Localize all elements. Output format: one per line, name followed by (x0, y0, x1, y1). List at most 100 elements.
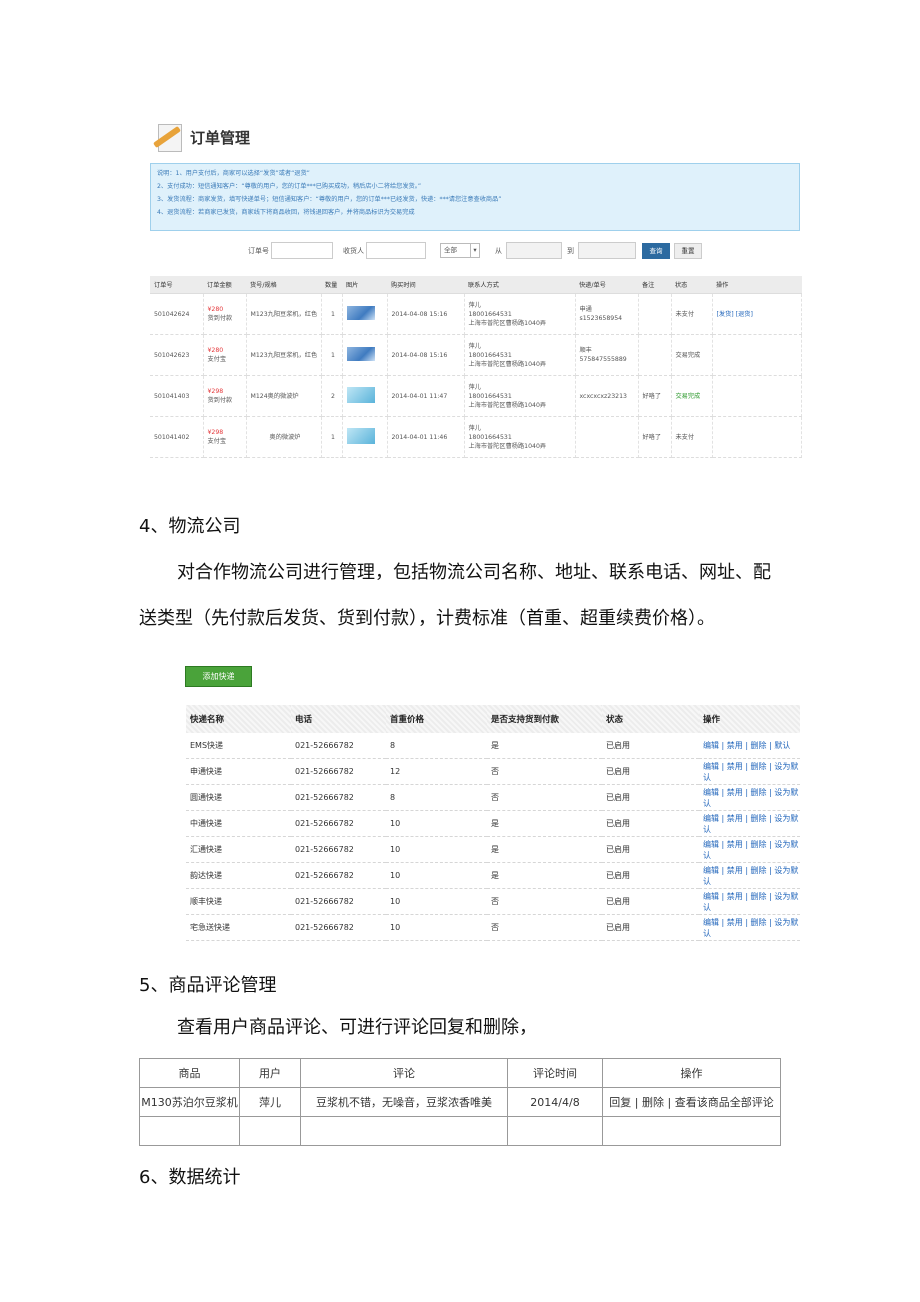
order-remark (638, 334, 672, 376)
status-select[interactable]: 全部 ▾ (440, 243, 480, 258)
section5-paragraph: 查看用户商品评论、可进行评论回复和删除， (177, 1017, 537, 1038)
order-id: 501042623 (150, 334, 204, 376)
notice-line: 2、支付成功：短信通知客户：“尊敬的用户，您的订单***已购买成功，稍后店小二将… (157, 183, 422, 190)
order-table-header: 订单号 订单金额 货号/规格 数量 图片 购买时间 联系人方式 快递/单号 备注… (150, 276, 802, 294)
product-thumbnail (346, 386, 375, 403)
courier-phone: 021-52666782 (291, 914, 386, 941)
order-remark: 好咯了 (638, 416, 672, 458)
product-thumbnail (346, 305, 375, 320)
contact-phone: 18001664531 (468, 392, 512, 400)
courier-actions[interactable]: 编辑 | 禁用 | 删除 | 设为默认 (699, 784, 800, 811)
table-row: 501041402 ¥298 支付宝 奥的微波炉 1 2014-04-01 11:… (150, 416, 802, 458)
col-header: 操作 (602, 1058, 781, 1088)
contact-phone: 18001664531 (468, 433, 512, 441)
section6-heading: 6、数据统计 (139, 1167, 241, 1188)
courier-actions[interactable]: 编辑 | 禁用 | 删除 | 默认 (699, 733, 800, 759)
order-id: 501042624 (150, 293, 204, 335)
contact-phone: 18001664531 (468, 351, 512, 359)
courier-actions[interactable]: 编辑 | 禁用 | 删除 | 设为默认 (699, 758, 800, 785)
courier-price: 12 (386, 758, 487, 785)
courier-status: 已启用 (602, 810, 699, 837)
courier-name: 中通快递 (186, 810, 291, 837)
order-notice-box: 说明：1、用户支付后，商家可以选择“发货”或者“退货” 2、支付成功：短信通知客… (150, 163, 800, 231)
order-status: 未支付 (671, 293, 713, 335)
date-to-input[interactable] (578, 242, 636, 259)
order-qty: 1 (321, 416, 343, 458)
receiver-input[interactable] (366, 242, 426, 259)
product-thumbnail (346, 427, 375, 444)
courier-phone: 021-52666782 (291, 810, 386, 837)
comment-text (300, 1116, 508, 1146)
order-status: 未支付 (671, 416, 713, 458)
order-no-label: 订单号 (248, 247, 269, 255)
table-row: 501042623 ¥280 支付宝 M123九阳豆浆机，红色 1 2014-04… (150, 334, 802, 376)
table-row: 顺丰快递 021-52666782 10 否已启用 编辑 | 禁用 | 删除 | 设为默… (186, 888, 800, 915)
order-time: 2014-04-08 15:16 (387, 293, 465, 335)
courier-cod: 否 (487, 758, 602, 785)
col-header: 商品 (139, 1058, 240, 1088)
courier-name: 韵达快递 (186, 862, 291, 889)
courier-price: 10 (386, 888, 487, 915)
date-from-input[interactable] (506, 242, 562, 259)
section4-paragraph: 对合作物流公司进行管理，包括物流公司名称、地址、联系电话、网址、配 (177, 562, 771, 583)
notice-line: 说明：1、用户支付后，商家可以选择“发货”或者“退货” (157, 170, 310, 177)
col-header: 联系人方式 (464, 276, 575, 294)
courier-price: 10 (386, 836, 487, 863)
courier-name: 申通 (579, 306, 592, 313)
comment-actions[interactable]: 回复 | 删除 | 查看该商品全部评论 (602, 1087, 781, 1117)
comment-user: 萍儿 (239, 1087, 301, 1117)
col-header: 订单金额 (203, 276, 246, 294)
section4-heading: 4、物流公司 (139, 516, 241, 537)
order-search-bar: 订单号 收货人 全部 ▾ 从 到 查询 重置 (150, 242, 800, 262)
contact-name: 萍儿 (468, 342, 481, 350)
order-qty: 1 (321, 334, 343, 376)
contact-address: 上海市普陀区曹杨路1040弄 (468, 442, 547, 450)
order-id: 501041402 (150, 416, 204, 458)
courier-cod: 是 (487, 836, 602, 863)
from-label: 从 (495, 247, 502, 255)
reset-button[interactable]: 重置 (674, 243, 702, 259)
pencil-note-icon (150, 120, 184, 154)
order-mgmt-header: 订单管理 (150, 120, 250, 154)
return-link[interactable]: [退货] (736, 311, 753, 318)
order-table: 订单号 订单金额 货号/规格 数量 图片 购买时间 联系人方式 快递/单号 备注… (150, 276, 802, 458)
courier-table: 快递名称 电话 首重价格 是否支持货到付款 状态 操作 EMS快递 021-526… (186, 705, 800, 941)
courier-name: 顺丰 (579, 347, 592, 354)
col-header: 电话 (291, 705, 386, 733)
courier-actions[interactable]: 编辑 | 禁用 | 删除 | 设为默认 (699, 888, 800, 915)
courier-cod: 否 (487, 888, 602, 915)
courier-name: 顺丰快递 (186, 888, 291, 915)
table-row: EMS快递 021-52666782 8 是已启用 编辑 | 禁用 | 删除 | 默认 (186, 733, 800, 759)
section4-paragraph: 送类型（先付款后发货、货到付款），计费标准（首重、超重续费价格）。 (139, 608, 715, 629)
order-status: 交易完成 (671, 334, 713, 376)
courier-phone: 021-52666782 (291, 888, 386, 915)
courier-status: 已启用 (602, 733, 699, 759)
col-header: 是否支持货到付款 (487, 705, 602, 733)
courier-actions[interactable]: 编辑 | 禁用 | 删除 | 设为默认 (699, 836, 800, 863)
notice-line: 3、发货流程：商家发货，填写快递单号；短信通知客户：“尊敬的用户，您的订单***… (157, 196, 502, 203)
courier-phone: 021-52666782 (291, 733, 386, 759)
ship-link[interactable]: [发货] (717, 311, 734, 318)
receiver-label: 收货人 (343, 247, 364, 255)
table-row: 501042624 ¥280 货到付款 M123九阳豆浆机，红色 1 2014-0… (150, 293, 802, 335)
order-price: ¥280 (207, 306, 224, 313)
order-price: ¥298 (207, 388, 224, 395)
courier-name: EMS快递 (186, 733, 291, 759)
courier-status: 已启用 (602, 914, 699, 941)
contact-address: 上海市普陀区曹杨路1040弄 (468, 319, 547, 327)
contact-address: 上海市普陀区曹杨路1040弄 (468, 401, 547, 409)
contact-phone: 18001664531 (468, 310, 512, 318)
courier-actions[interactable]: 编辑 | 禁用 | 删除 | 设为默认 (699, 862, 800, 889)
courier-price: 10 (386, 862, 487, 889)
query-button[interactable]: 查询 (642, 243, 670, 259)
col-header: 快递/单号 (575, 276, 638, 294)
col-header: 订单号 (150, 276, 203, 294)
contact-name: 萍儿 (468, 301, 481, 309)
add-courier-button[interactable]: 添加快递 (185, 666, 252, 687)
order-time: 2014-04-08 15:16 (387, 334, 465, 376)
col-header: 首重价格 (386, 705, 487, 733)
order-no-input[interactable] (271, 242, 333, 259)
courier-phone: 021-52666782 (291, 862, 386, 889)
courier-actions[interactable]: 编辑 | 禁用 | 删除 | 设为默认 (699, 914, 800, 941)
courier-actions[interactable]: 编辑 | 禁用 | 删除 | 设为默认 (699, 810, 800, 837)
